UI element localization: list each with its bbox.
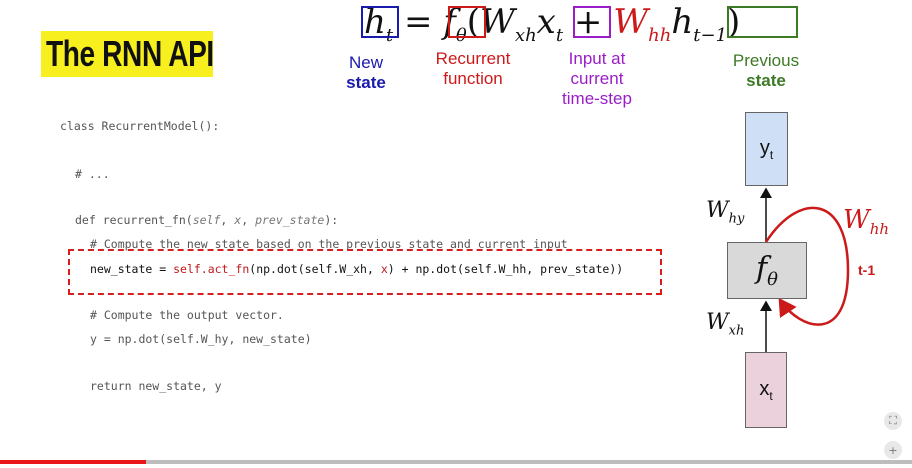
weight-whh-label: Whh — [843, 205, 890, 239]
recurrent-node-label: fθ — [756, 251, 778, 290]
output-node-y: yt — [745, 112, 788, 186]
weight-wxh-label: Wxh — [706, 310, 745, 339]
add-icon[interactable]: + — [884, 441, 902, 459]
t-minus-1-label: t-1 — [858, 262, 876, 278]
fullscreen-icon[interactable]: ⛶ — [884, 412, 902, 430]
input-node-label: xt — [759, 377, 773, 403]
progress-bar-fill — [0, 460, 146, 464]
output-node-label: yt — [759, 136, 774, 162]
weight-why-label: Why — [706, 198, 745, 227]
input-node-x: xt — [745, 352, 787, 428]
recurrent-node-f: fθ — [727, 242, 807, 299]
